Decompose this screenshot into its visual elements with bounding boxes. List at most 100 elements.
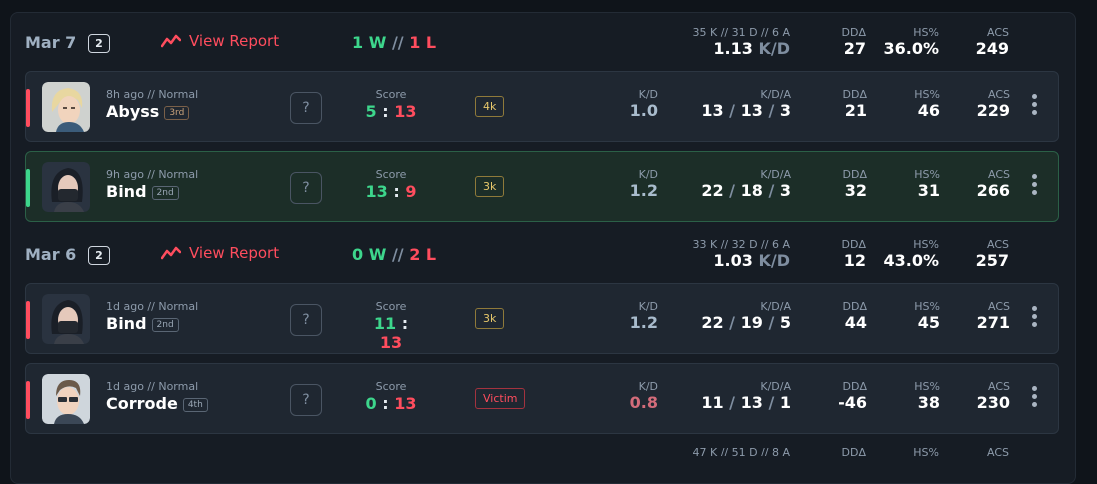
view-report-label: View Report [189, 244, 280, 262]
match-acs: ACS 230 [956, 380, 1010, 412]
score-team: 11 [373, 314, 397, 333]
view-report-link[interactable]: View Report [161, 32, 279, 50]
match-acs: ACS 271 [956, 300, 1010, 332]
kd-value: 1.0 [629, 101, 658, 120]
multikill-badge: 3k [475, 176, 505, 197]
match-kda: K/D/A 13 / 13 / 3 [686, 88, 791, 120]
hs-label: HS% [913, 446, 939, 456]
acs-value: 229 [976, 101, 1010, 120]
hs-value: 38 [917, 393, 940, 412]
kd-value: 1.2 [629, 313, 658, 332]
map-name: Bind [106, 182, 147, 201]
assists: 3 [779, 181, 791, 200]
win-loss-record: 0 W // 2 L [352, 245, 436, 264]
rank-unknown-button[interactable]: ? [290, 304, 322, 336]
kda-label: K/D/A [760, 380, 791, 393]
dd-value: 12 [843, 251, 866, 270]
day-acs: ACS 257 [955, 238, 1009, 270]
match-time-mode: 8h ago // Normal [106, 88, 199, 101]
victim-badge: Victim [475, 388, 526, 409]
result-indicator [26, 89, 30, 127]
assists: 1 [779, 393, 791, 412]
kd-unit: K/D [758, 251, 790, 270]
kills: 13 [701, 101, 724, 120]
kd-value: 0.8 [629, 393, 658, 412]
kda-summary: 33 K // 32 D // 6 A [692, 238, 790, 251]
match-row[interactable]: 8h ago // Normal Abyss 3rd ? Score 5 : 13… [25, 71, 1059, 142]
more-options-icon[interactable] [1029, 174, 1039, 198]
view-report-label: View Report [189, 32, 280, 50]
rank-unknown-button[interactable]: ? [290, 384, 322, 416]
dd-label: DDΔ [841, 446, 866, 456]
score-enemy: 9 [405, 182, 417, 201]
agent-portrait-masked-icon [42, 162, 90, 212]
wins-count: 1 W [352, 33, 387, 52]
acs-label: ACS [987, 26, 1009, 39]
match-row[interactable]: 1d ago // Normal Corrode 4th ? Score 0 : … [25, 363, 1059, 434]
match-dd: DDΔ 44 [826, 300, 867, 332]
score-separator: : [382, 102, 389, 121]
deaths: 19 [740, 313, 763, 332]
day-date: Mar 7 [25, 33, 77, 52]
match-kda: K/D/A 11 / 13 / 1 [686, 380, 791, 412]
map-name: Bind [106, 314, 147, 333]
match-meta: 1d ago // Normal Bind 2nd [106, 300, 198, 333]
kd-label: K/D [638, 380, 658, 393]
match-row[interactable]: 1d ago // Normal Bind 2nd ? Score 11 : 13… [25, 283, 1059, 354]
dd-label: DDΔ [842, 88, 867, 101]
rank-unknown-button[interactable]: ? [290, 172, 322, 204]
kills: 22 [701, 181, 724, 200]
multikill-badge: 3k [475, 308, 505, 329]
hs-value: 36.0% [883, 39, 939, 58]
kda-summary: 47 K // 51 D // 8 A [692, 446, 790, 456]
more-options-icon[interactable] [1029, 386, 1039, 410]
assists: 5 [779, 313, 791, 332]
dd-label: DDΔ [841, 238, 866, 251]
match-kd: K/D 1.2 [616, 168, 658, 200]
match-dd: DDΔ -46 [826, 380, 867, 412]
acs-label: ACS [988, 300, 1010, 313]
kd-label: K/D [638, 168, 658, 181]
acs-value: 249 [975, 39, 1009, 58]
score-team: 13 [365, 182, 388, 201]
rank-unknown-button[interactable]: ? [290, 92, 322, 124]
match-hs: HS% 45 [896, 300, 940, 332]
more-options-icon[interactable] [1029, 94, 1039, 118]
kills: 22 [701, 313, 724, 332]
match-meta: 9h ago // Normal Bind 2nd [106, 168, 198, 201]
match-kd: K/D 1.2 [616, 300, 658, 332]
dd-value: 44 [844, 313, 867, 332]
more-options-icon[interactable] [1029, 306, 1039, 330]
hs-label: HS% [914, 168, 940, 181]
dd-label: DDΔ [841, 26, 866, 39]
match-meta: 1d ago // Normal Corrode 4th [106, 380, 208, 413]
match-kda: K/D/A 22 / 18 / 3 [686, 168, 791, 200]
kd-label: K/D [638, 300, 658, 313]
dd-label: DDΔ [842, 380, 867, 393]
hs-label: HS% [914, 300, 940, 313]
dd-label: DDΔ [842, 300, 867, 313]
score-label: Score [375, 380, 407, 393]
hs-label: HS% [914, 88, 940, 101]
match-row[interactable]: 9h ago // Normal Bind 2nd ? Score 13 : 9 … [25, 151, 1059, 222]
placement-badge: 2nd [151, 318, 179, 332]
dd-value: 27 [843, 39, 866, 58]
acs-label: ACS [988, 168, 1010, 181]
acs-label: ACS [987, 238, 1009, 251]
dd-value: 21 [844, 101, 867, 120]
agent-portrait-blonde-icon [42, 82, 90, 132]
placement-badge: 3rd [164, 106, 190, 120]
view-report-link[interactable]: View Report [161, 244, 279, 262]
score-label: Score [375, 88, 407, 101]
kills: 11 [701, 393, 724, 412]
acs-label: ACS [988, 88, 1010, 101]
day-match-count: 2 [88, 34, 110, 53]
score-enemy: 13 [379, 333, 403, 352]
match-score: Score 5 : 13 [361, 88, 421, 121]
match-score: Score 13 : 9 [361, 168, 421, 201]
match-score: Score 11 : 13 [361, 300, 421, 352]
score-separator: : [393, 182, 400, 201]
day-acs: ACS 249 [955, 26, 1009, 58]
dd-value: 32 [844, 181, 867, 200]
hs-label: HS% [913, 238, 939, 251]
